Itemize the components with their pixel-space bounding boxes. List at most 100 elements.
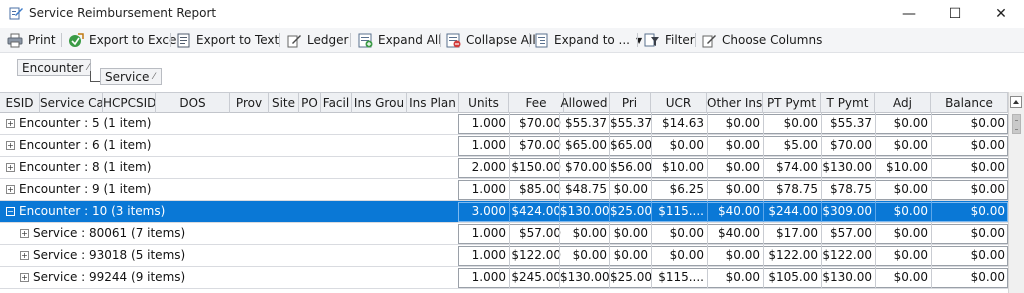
expand-icon[interactable]: + (6, 141, 15, 150)
summary-cell-pt-pymt: $78.75 (763, 179, 821, 200)
column-header[interactable]: Balance (931, 93, 1008, 113)
expand-icon[interactable]: + (20, 273, 29, 282)
summary-cell-pri: $0.00 (609, 245, 651, 266)
column-header[interactable]: DOS (156, 93, 230, 113)
summary-cell-fee: $150.00 (509, 157, 564, 178)
group-row-encounter[interactable]: + Encounter : 9 (1 item) 1.000 $85.00 $48.75… (0, 179, 1008, 201)
column-header[interactable]: ESID (0, 93, 40, 113)
group-chip-encounter[interactable]: Encounter ⁄ (17, 59, 91, 76)
column-header[interactable]: Service Cat (40, 93, 103, 113)
maximize-button[interactable]: ☐ (932, 0, 978, 28)
print-button[interactable]: Print (7, 30, 56, 50)
summary-cell-other-ins: $40.00 (707, 223, 763, 244)
summary-cell-fee: $70.00 (509, 113, 564, 134)
summary-cell-pt-pymt: $74.00 (763, 157, 821, 178)
summary-cell-adj: $0.00 (875, 267, 931, 288)
column-header[interactable]: Site (269, 93, 299, 113)
choose-columns-icon (702, 34, 716, 47)
column-header[interactable]: PT Pymt (763, 93, 821, 113)
group-chip-label: Service (105, 69, 150, 84)
summary-cell-t-pymt: $309.00 (821, 201, 875, 222)
group-row-label: Encounter : 8 (1 item) (19, 160, 152, 174)
expand-icon[interactable]: + (6, 185, 15, 194)
summary-cell-t-pymt: $130.00 (821, 157, 875, 178)
choose-columns-button[interactable]: Choose Columns (701, 30, 822, 50)
summary-cell-fee: $70.00 (509, 135, 564, 156)
group-row-label: Encounter : 6 (1 item) (19, 138, 152, 152)
filter-button[interactable]: Filter (644, 30, 695, 50)
expand-to-dropdown[interactable]: Expand to ... ▼ (535, 30, 642, 50)
column-header[interactable]: PO (299, 93, 321, 113)
summary-cell-units: 3.000 (471, 204, 506, 218)
export-text-label: Export to Text (196, 33, 280, 47)
summary-cell-adj: $0.00 (875, 245, 931, 266)
minimize-button[interactable]: — (886, 0, 932, 28)
summary-cell-units: 1.000 (471, 182, 506, 196)
summary-cell-other-ins: $0.00 (707, 135, 763, 156)
column-header[interactable]: Ins Plan (407, 93, 459, 113)
close-button[interactable]: ✕ (978, 0, 1024, 28)
group-row-service[interactable]: + Service : 93018 (5 items) 1.000 $122.00 $0… (0, 245, 1008, 267)
column-header[interactable]: UCR (651, 93, 707, 113)
summary-cell-other-ins: $0.00 (707, 267, 763, 288)
group-row-label: Encounter : 9 (1 item) (19, 182, 152, 196)
report-app-icon (9, 6, 24, 20)
group-row-encounter[interactable]: + Encounter : 6 (1 item) 1.000 $70.00 $65.00… (0, 135, 1008, 157)
scroll-up-button[interactable] (1010, 96, 1022, 108)
export-text-button[interactable]: Export to Text (177, 30, 279, 50)
summary-cell-pri: $56.00 (609, 157, 651, 178)
summary-cell-pt-pymt: $0.00 (763, 113, 821, 134)
summary-cell-balance: $0.00 (931, 267, 1008, 288)
expand-icon[interactable]: + (6, 163, 15, 172)
group-row-encounter[interactable]: + Encounter : 8 (1 item) 2.000 $150.00 $70.0… (0, 157, 1008, 179)
column-header[interactable]: Adj (875, 93, 931, 113)
toolbar-separator (170, 33, 171, 47)
vertical-scrollbar[interactable] (1008, 92, 1024, 293)
expand-icon[interactable]: + (20, 229, 29, 238)
group-row-label: Service : 80061 (7 items) (33, 226, 186, 240)
group-chip-label: Encounter (22, 60, 84, 75)
ledger-button[interactable]: Ledger (286, 30, 348, 50)
report-grid: ESID Service Cat HCPCSID DOS Prov Site PO Facil… (0, 92, 1024, 293)
collapse-icon[interactable]: − (6, 207, 15, 216)
summary-cell-pri: $25.00 (609, 267, 651, 288)
expand-all-button[interactable]: Expand All (358, 30, 442, 50)
summary-cell-balance: $0.00 (931, 135, 1008, 156)
collapse-all-button[interactable]: Collapse All (446, 30, 536, 50)
column-header[interactable]: Prov (230, 93, 269, 113)
expand-icon[interactable]: + (20, 251, 29, 260)
toolbar: Print Export to Excel Export to Text Led… (0, 28, 1024, 53)
summary-cell-allowed: $0.00 (559, 223, 610, 244)
expand-icon[interactable]: + (6, 119, 15, 128)
summary-cell-adj: $0.00 (875, 223, 931, 244)
column-header[interactable]: HCPCSID (103, 93, 156, 113)
summary-cell-other-ins: $0.00 (707, 113, 763, 134)
group-row-encounter[interactable]: − Encounter : 10 (3 items) 3.000 $424.00 $13… (0, 201, 1008, 223)
column-header[interactable]: Ins Grou (352, 93, 407, 113)
column-header[interactable]: Other Ins (707, 93, 763, 113)
column-header[interactable]: Facil (321, 93, 352, 113)
summary-cell-ucr: $115.... (651, 201, 707, 222)
summary-cell-ucr: $0.00 (651, 223, 707, 244)
column-header[interactable]: Allowed (559, 93, 610, 113)
group-row-encounter[interactable]: + Encounter : 5 (1 item) 1.000 $70.00 $55.37… (0, 113, 1008, 135)
export-excel-button[interactable]: Export to Excel (68, 30, 180, 50)
group-row-service[interactable]: + Service : 80061 (7 items) 1.000 $57.00 $0.… (0, 223, 1008, 245)
summary-cell-adj: $10.00 (875, 157, 931, 178)
column-header[interactable]: Fee (509, 93, 564, 113)
toolbar-separator (61, 33, 62, 47)
column-header[interactable]: Pri (609, 93, 651, 113)
summary-cell-pri: $65.00 (609, 135, 651, 156)
summary-cell-allowed: $48.75 (559, 179, 610, 200)
group-chip-service[interactable]: Service ⁄ (100, 68, 162, 85)
column-header[interactable]: T Pymt (821, 93, 875, 113)
summary-cell-units: 2.000 (471, 160, 506, 174)
scroll-thumb[interactable] (1012, 114, 1021, 134)
column-header[interactable]: Units (459, 93, 509, 113)
group-row-service[interactable]: + Service : 99244 (9 items) 1.000 $245.00 $1… (0, 267, 1008, 289)
summary-cell-t-pymt: $55.37 (821, 113, 875, 134)
summary-cell-pt-pymt: $105.00 (763, 267, 821, 288)
ledger-label: Ledger (307, 33, 349, 47)
minimize-icon: — (902, 6, 916, 22)
close-icon: ✕ (995, 6, 1007, 22)
